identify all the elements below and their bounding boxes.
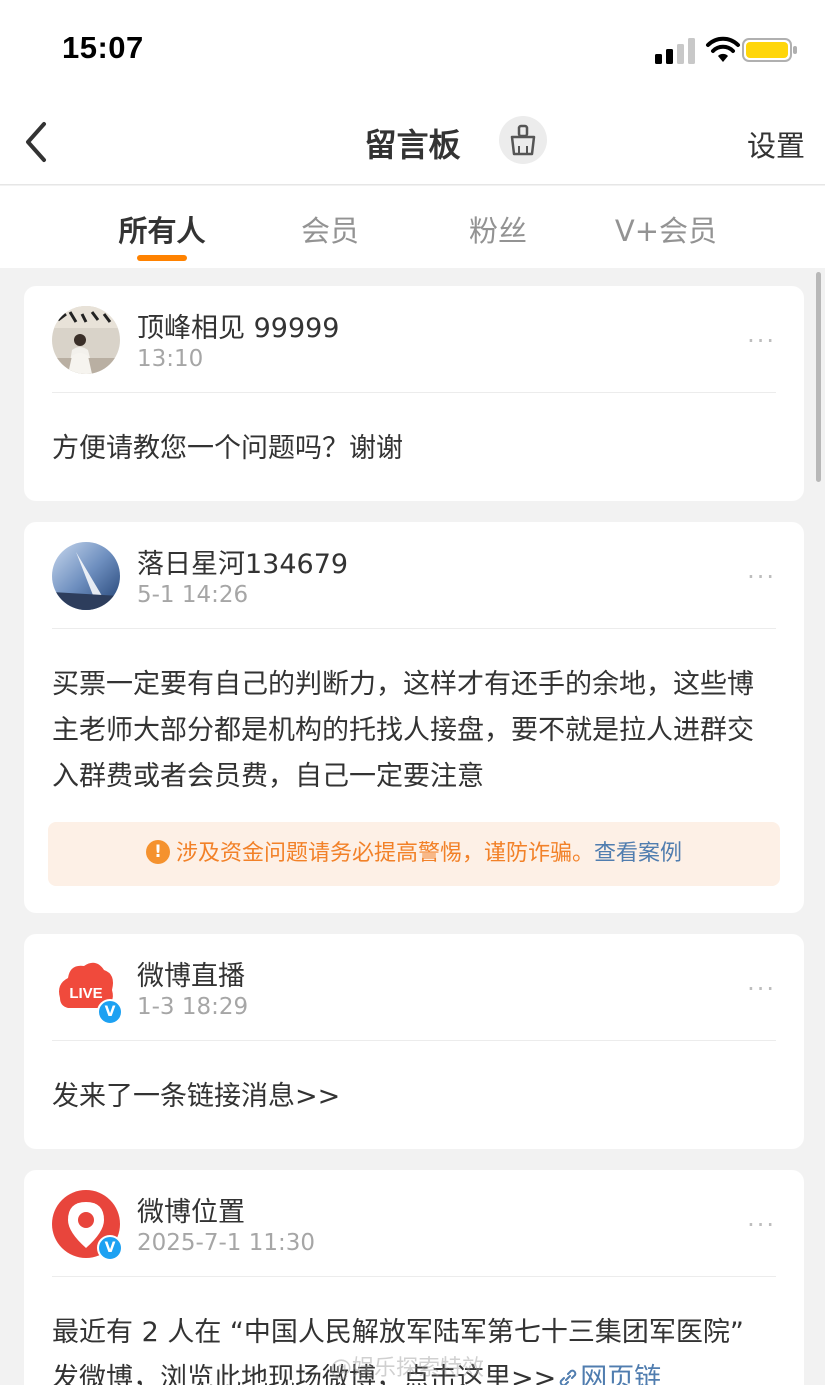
sender-name[interactable]: 微博位置 (137, 1190, 245, 1229)
tab-members[interactable]: 会员 (246, 208, 414, 250)
avatar[interactable] (52, 542, 120, 610)
message-content: 方便请教您一个问题吗？谢谢 (52, 433, 403, 464)
verified-badge-icon: V (97, 999, 123, 1025)
link-icon (559, 1369, 577, 1385)
message-card: LIVE V 微博直播 1-3 18:29 ··· 发来了一条链接消息>> (24, 934, 804, 1149)
more-icon[interactable]: ··· (747, 565, 776, 589)
verified-badge-icon: V (97, 1235, 123, 1261)
message-card: 顶峰相见 99999 13:10 ··· 方便请教您一个问题吗？谢谢 (24, 286, 804, 501)
svg-text:LIVE: LIVE (69, 985, 102, 1002)
avatar-image (52, 542, 120, 610)
divider (52, 1276, 776, 1277)
status-time: 15:07 (62, 30, 144, 65)
divider (52, 392, 776, 393)
tab-all[interactable]: 所有人 (78, 208, 246, 250)
web-link-label: 网页链 (580, 1363, 662, 1385)
nav-bar: 留言板 设置 (0, 100, 825, 185)
settings-button[interactable]: 设置 (747, 123, 805, 165)
sender-name[interactable]: 落日星河134679 (137, 542, 348, 581)
filter-tabs: 所有人 会员 粉丝 V+会员 (0, 186, 825, 268)
divider (52, 1040, 776, 1041)
active-tab-indicator (137, 255, 187, 261)
web-link[interactable]: 网页链 (556, 1363, 661, 1385)
sender-name[interactable]: 顶峰相见 99999 (137, 306, 339, 345)
message-time: 2025-7-1 11:30 (137, 1230, 315, 1256)
signal-icon (655, 38, 695, 64)
message-content[interactable]: 发来了一条链接消息>> (52, 1074, 776, 1120)
message-content: 买票一定要有自己的判断力，这样才有还手的余地，这些博主老师大部分都是机构的托找人… (52, 669, 754, 792)
watermark: @娱乐探索特效 (330, 1356, 485, 1381)
warning-text: 涉及资金问题请务必提高警惕，谨防诈骗。 (175, 841, 594, 866)
avatar[interactable] (52, 306, 120, 374)
avatar-image (52, 306, 120, 374)
scrollbar[interactable] (816, 272, 821, 482)
message-time: 5-1 14:26 (137, 582, 249, 608)
tab-vplus-members[interactable]: V+会员 (582, 208, 750, 250)
status-bar: 15:07 (0, 0, 825, 100)
message-card: 落日星河134679 5-1 14:26 ··· 买票一定要有自己的判断力，这样… (24, 522, 804, 913)
message-time: 13:10 (137, 346, 204, 372)
clean-button[interactable] (499, 116, 547, 164)
more-icon[interactable]: ··· (747, 1213, 776, 1237)
battery-icon (742, 38, 797, 62)
info-icon: ! (145, 840, 170, 864)
sender-name[interactable]: 微博直播 (137, 954, 245, 993)
more-icon[interactable]: ··· (747, 977, 776, 1001)
divider (52, 628, 776, 629)
tab-fans[interactable]: 粉丝 (414, 208, 582, 250)
page-title: 留言板 (364, 126, 461, 164)
more-icon[interactable]: ··· (747, 329, 776, 353)
fraud-warning-banner: ! 涉及资金问题请务必提高警惕，谨防诈骗。查看案例 (48, 822, 780, 886)
view-cases-link[interactable]: 查看案例 (594, 841, 682, 866)
broom-icon (510, 124, 536, 156)
message-time: 1-3 18:29 (137, 994, 249, 1020)
wifi-icon (706, 36, 740, 62)
